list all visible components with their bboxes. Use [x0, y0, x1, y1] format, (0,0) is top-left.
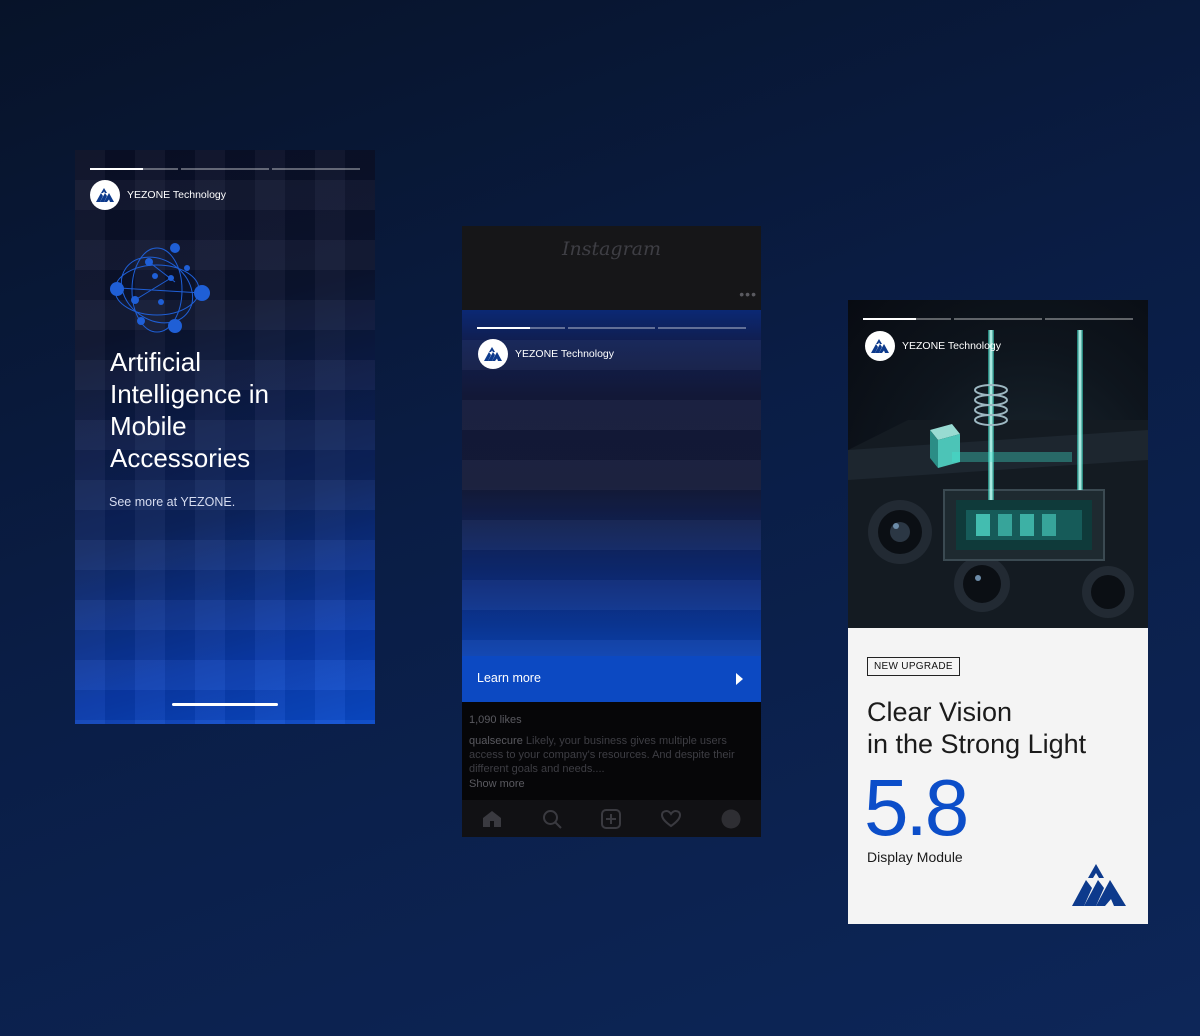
story-progress-bar	[477, 327, 747, 329]
home-indicator[interactable]	[172, 703, 278, 706]
home-icon[interactable]	[481, 808, 503, 830]
brand-name: YEZONE Technology	[515, 348, 615, 360]
brand-name: YEZONE Technology	[127, 189, 227, 201]
bottom-nav	[462, 800, 761, 837]
progress-segment	[567, 327, 656, 329]
progress-segment	[863, 318, 951, 320]
instagram-header: Instagram •••	[462, 226, 761, 310]
headline-line: Artificial	[110, 347, 202, 377]
brand-header[interactable]: YEZONE Technology	[865, 331, 1001, 361]
likes-count[interactable]: 1,090 likes	[469, 714, 522, 726]
headline-line: in the Strong Light	[867, 729, 1087, 759]
progress-segment	[90, 168, 178, 170]
display-headline: Clear Vision in the Strong Light	[867, 696, 1086, 760]
new-upgrade-badge: NEW UPGRADE	[867, 657, 960, 676]
headline-line: Mobile	[110, 411, 187, 441]
instagram-logo: Instagram	[561, 238, 662, 260]
story-subtext: See more at YEZONE.	[109, 495, 236, 509]
progress-segment	[1045, 318, 1133, 320]
brand-logo-icon	[865, 331, 895, 361]
post-meta: 1,090 likes qualsecure Likely, your busi…	[462, 702, 761, 800]
headline-line: Clear Vision	[867, 697, 1013, 727]
more-options-icon[interactable]: •••	[739, 286, 757, 302]
add-post-icon[interactable]	[600, 808, 622, 830]
play-arrow-icon	[736, 673, 743, 685]
headline-line: Intelligence in	[110, 379, 269, 409]
brand-header[interactable]: YEZONE Technology	[90, 180, 226, 210]
network-graphic-icon	[110, 243, 210, 333]
story-card-ai[interactable]: YEZONE Technology Artificial Intelligenc…	[75, 150, 375, 724]
cta-label: Learn more	[477, 671, 541, 685]
story-headline: Artificial Intelligence in Mobile Access…	[110, 346, 269, 474]
post-caption: qualsecure Likely, your business gives m…	[469, 734, 759, 776]
progress-segment	[954, 318, 1042, 320]
brand-logo-icon	[478, 339, 508, 369]
display-size-caption: Display Module	[867, 849, 963, 865]
progress-segment	[658, 327, 747, 329]
story-progress-bar	[863, 318, 1133, 320]
progress-segment	[181, 168, 269, 170]
instagram-post-card: Instagram ••• YEZONE Technology Learn mo…	[462, 226, 761, 837]
brand-name: YEZONE Technology	[902, 340, 1002, 352]
headline-line: Accessories	[110, 443, 251, 473]
story-progress-bar	[90, 168, 360, 170]
learn-more-button[interactable]: Learn more	[462, 656, 761, 702]
brand-mark-icon	[1072, 864, 1126, 906]
profile-icon[interactable]	[720, 808, 742, 830]
search-icon[interactable]	[541, 808, 563, 830]
story-ad-media[interactable]: YEZONE Technology	[462, 310, 761, 702]
display-size-value: 5.8	[864, 763, 969, 852]
progress-segment	[477, 327, 565, 329]
camera-module-image: YEZONE Technology	[848, 300, 1148, 628]
brand-logo-icon	[90, 180, 120, 210]
heart-icon[interactable]	[660, 808, 682, 830]
show-more-link[interactable]: Show more	[469, 778, 525, 790]
brand-header[interactable]: YEZONE Technology	[478, 339, 614, 369]
story-card-display[interactable]: YEZONE Technology NEW UPGRADE Clear Visi…	[848, 300, 1148, 924]
progress-segment	[272, 168, 360, 170]
caption-username[interactable]: qualsecure	[469, 735, 523, 747]
